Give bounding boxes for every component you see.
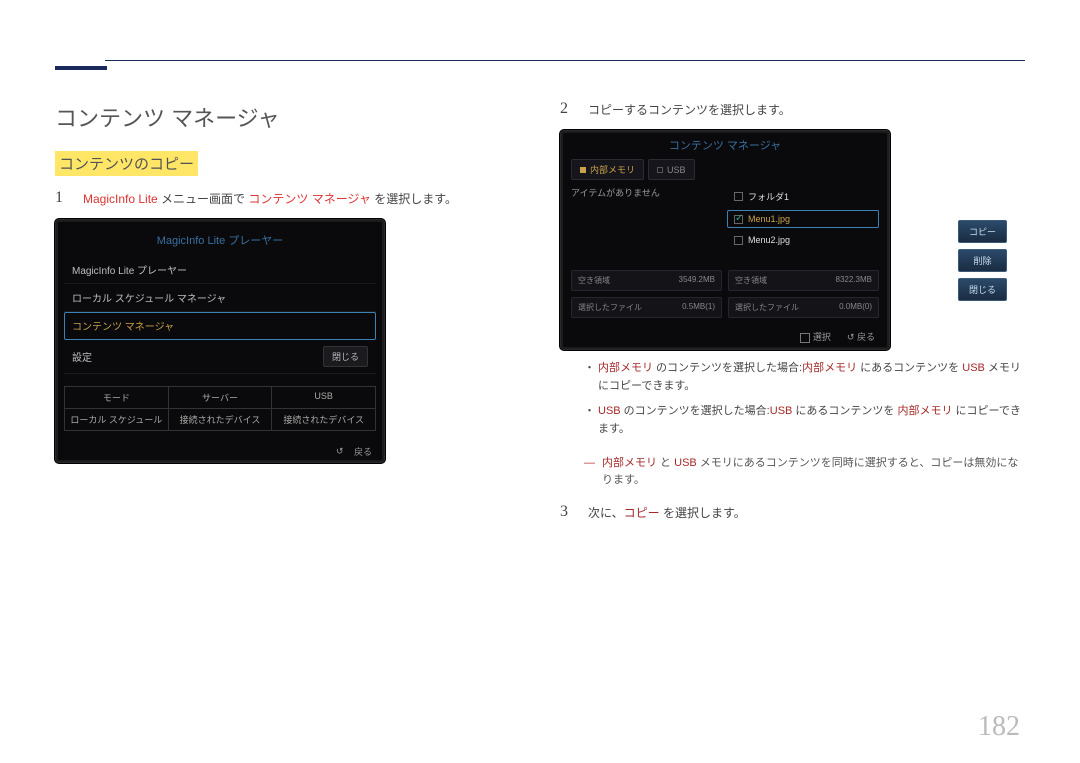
mock2-right-pane: フォルダ1 Menu1.jpg Menu2.jpg bbox=[727, 186, 879, 266]
mock1-tab-server: サーバー bbox=[169, 387, 273, 408]
checkbox-icon bbox=[734, 192, 743, 201]
step-2: 2 コピーするコンテンツを選択します。 bbox=[560, 101, 1025, 120]
note-internal: 内部メモリ のコンテンツを選択した場合:内部メモリ にあるコンテンツを USB … bbox=[584, 360, 1025, 395]
mock-screenshot-player: MagicInfo Lite プレーヤー MagicInfo Lite プレーヤ… bbox=[55, 219, 385, 463]
mock2-tab-usb: USB bbox=[648, 159, 695, 180]
mock1-footer: ↻ 戻る bbox=[56, 439, 384, 462]
mock2-side-buttons: コピー 削除 閉じる bbox=[958, 220, 1007, 301]
right-column: 2 コピーするコンテンツを選択します。 コンテンツ マネージャ 内部メモリ US… bbox=[560, 101, 1025, 533]
mock1-title: MagicInfo Lite プレーヤー bbox=[64, 226, 376, 256]
page-title: コンテンツ マネージャ bbox=[55, 101, 520, 133]
mock2-left-pane: アイテムがありません bbox=[571, 186, 723, 266]
mock1-row-schedule: ローカル スケジュール マネージャ bbox=[64, 284, 376, 312]
kw-content-manager: コンテンツ マネージャ bbox=[248, 192, 371, 206]
return-icon: ↻ bbox=[847, 332, 855, 343]
select-icon bbox=[800, 333, 810, 343]
return-icon: ↻ bbox=[336, 446, 344, 457]
mock2-copy-button: コピー bbox=[958, 220, 1007, 243]
mock2-file2: Menu2.jpg bbox=[727, 231, 879, 249]
step-text: MagicInfo Lite メニュー画面で コンテンツ マネージャ を選択しま… bbox=[83, 190, 457, 209]
mock2-delete-button: 削除 bbox=[958, 249, 1007, 272]
mock2-sel2: 選択したファイル0.0MB(0) bbox=[728, 297, 879, 318]
dash-note: 内部メモリ と USB メモリにあるコンテンツを同時に選択すると、コピーは無効に… bbox=[584, 455, 1025, 490]
mock1-row-settings: 設定 閉じる bbox=[64, 340, 376, 374]
checkbox-icon bbox=[734, 215, 743, 224]
checkbox-icon bbox=[734, 236, 743, 245]
mock1-sub-dev2: 接続されたデバイス bbox=[272, 409, 375, 430]
left-column: コンテンツ マネージャ コンテンツのコピー 1 MagicInfo Lite メ… bbox=[55, 101, 520, 533]
mock1-tab-usb: USB bbox=[272, 387, 375, 408]
header-rule bbox=[105, 60, 1025, 61]
mock2-free1: 空き領域3549.2MB bbox=[571, 270, 722, 291]
mock2-file1: Menu1.jpg bbox=[727, 210, 879, 228]
step-number: 1 bbox=[55, 190, 69, 206]
radio-icon bbox=[657, 167, 663, 173]
page-number: 182 bbox=[978, 711, 1020, 743]
mock2-sel1: 選択したファイル0.5MB(1) bbox=[571, 297, 722, 318]
mock1-row-player: MagicInfo Lite プレーヤー bbox=[64, 256, 376, 284]
section-subhead: コンテンツのコピー bbox=[55, 151, 198, 176]
step-number: 2 bbox=[560, 101, 574, 117]
mock2-free2: 空き領域8322.3MB bbox=[728, 270, 879, 291]
mock1-sub-dev1: 接続されたデバイス bbox=[169, 409, 273, 430]
mock2-footer: 選択 ↻ 戻る bbox=[561, 324, 889, 349]
mock1-tab-mode: モード bbox=[65, 387, 169, 408]
step-3: 3 次に、コピー を選択します。 bbox=[560, 504, 1025, 523]
kw-magicinfo: MagicInfo Lite bbox=[83, 192, 158, 206]
notes-list: 内部メモリ のコンテンツを選択した場合:内部メモリ にあるコンテンツを USB … bbox=[584, 360, 1025, 438]
mock1-tabs: モード サーバー USB bbox=[64, 386, 376, 409]
mock1-row-content-manager: コンテンツ マネージャ bbox=[64, 312, 376, 340]
step-1: 1 MagicInfo Lite メニュー画面で コンテンツ マネージャ を選択… bbox=[55, 190, 520, 209]
mock1-return-label: 戻る bbox=[354, 445, 372, 458]
mock-screenshot-content-manager: コンテンツ マネージャ 内部メモリ USB アイテムがありません フォルダ1 M… bbox=[560, 130, 1025, 350]
step-text: コピーするコンテンツを選択します。 bbox=[588, 101, 791, 120]
radio-icon bbox=[580, 167, 586, 173]
mock2-title: コンテンツ マネージャ bbox=[561, 131, 889, 159]
mock2-close-button: 閉じる bbox=[958, 278, 1007, 301]
mock2-folder: フォルダ1 bbox=[727, 186, 879, 207]
step-text: 次に、コピー を選択します。 bbox=[588, 504, 746, 523]
header-accent bbox=[55, 50, 107, 70]
mock2-tab-internal: 内部メモリ bbox=[571, 159, 644, 180]
mock1-subtabs: ローカル スケジュール 接続されたデバイス 接続されたデバイス bbox=[64, 409, 376, 431]
step-number: 3 bbox=[560, 504, 574, 520]
mock1-close-button: 閉じる bbox=[323, 346, 368, 367]
mock1-sub-local: ローカル スケジュール bbox=[65, 409, 169, 430]
note-usb: USB のコンテンツを選択した場合:USB にあるコンテンツを 内部メモリ にコ… bbox=[584, 403, 1025, 438]
